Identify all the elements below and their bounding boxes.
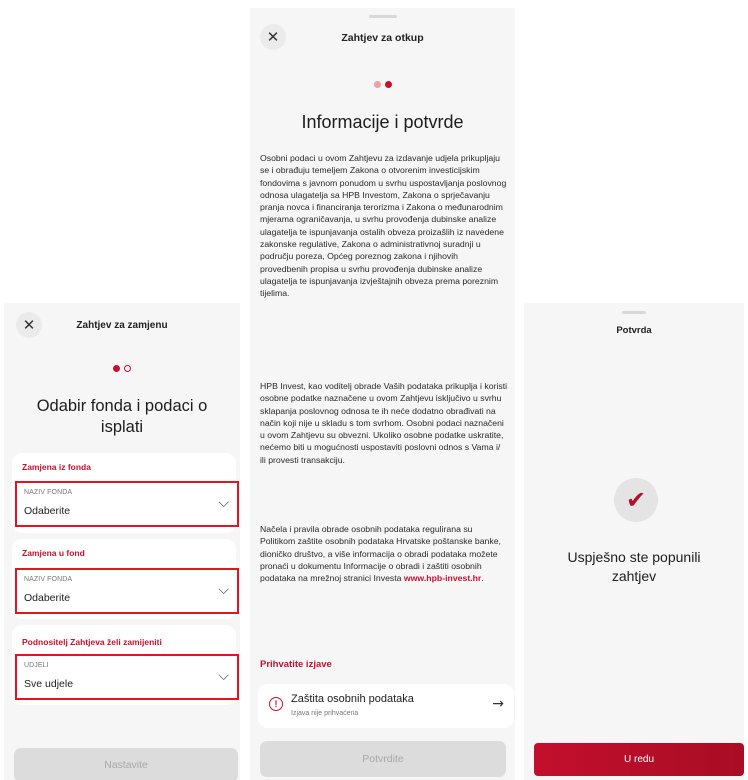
source-fund-select[interactable]: NAZIV FONDA Odaberite ⌵: [15, 481, 239, 527]
chevron-down-icon: ⌵: [218, 495, 229, 511]
privacy-paragraph-2: HPB Invest, kao voditelj obrade Vaših po…: [260, 381, 508, 465]
continue-button[interactable]: Nastavite: [14, 748, 238, 780]
exchange-request-screen: ✕ Zahtjev za zamjenu Odabir fonda i poda…: [4, 303, 240, 780]
field-value: Sve udjele: [24, 678, 74, 690]
confirm-button[interactable]: Potvrdite: [260, 741, 506, 777]
step-dot-inactive: [124, 365, 131, 372]
field-value: Odaberite: [24, 592, 71, 604]
step-dot-active: [384, 81, 392, 88]
declaration-title: Zaštita osobnih podataka: [291, 693, 414, 705]
accept-declarations-title: Prihvatite izjave: [260, 659, 332, 670]
page-title: Informacije i potvrde: [301, 112, 464, 132]
target-fund-select[interactable]: NAZIV FONDA Odaberite ⌵: [15, 568, 239, 614]
drag-handle[interactable]: [622, 311, 646, 314]
screen-title: Zahtjev za zamjenu: [76, 320, 168, 331]
step-indicator: [250, 81, 515, 88]
step-dot-active: [113, 365, 120, 372]
invest-website-link[interactable]: www.hpb-invest.hr: [404, 573, 481, 583]
arrow-right-icon: →: [492, 696, 504, 712]
privacy-paragraph-1: Osobni podaci u ovom Zahtjevu za izdavan…: [260, 153, 507, 299]
screen-title: Potvrda: [616, 325, 652, 336]
warning-icon: !: [269, 697, 283, 711]
checkmark-icon: ✔: [625, 486, 647, 514]
section-label: Zamjena u fond: [22, 548, 85, 558]
declaration-status: Izjava nije prihvaćena: [291, 710, 359, 717]
field-value: Odaberite: [24, 505, 71, 517]
step-dot-done: [373, 81, 381, 88]
success-message: Uspješno ste popunili zahtjev: [567, 549, 701, 584]
field-label: UDJELI: [24, 662, 49, 669]
privacy-paragraph-3: Načela i pravila obrade osobnih podataka…: [260, 524, 501, 584]
shares-select[interactable]: UDJELI Sve udjele ⌵: [15, 654, 239, 700]
screen-title: Zahtjev za otkup: [341, 32, 424, 44]
page-title: Odabir fonda i podaci o isplati: [36, 397, 208, 436]
field-label: NAZIV FONDA: [24, 576, 73, 583]
field-label: NAZIV FONDA: [24, 489, 73, 496]
section-label: Zamjena iz fonda: [22, 462, 91, 472]
ok-button[interactable]: U redu: [534, 743, 744, 776]
success-badge: ✔: [614, 478, 658, 522]
chevron-down-icon: ⌵: [218, 668, 229, 684]
section-label: Podnositelj Zahtjeva želi zamijeniti: [22, 637, 162, 647]
confirmation-screen: Potvrda ✔ Uspješno ste popunili zahtjev …: [524, 303, 744, 780]
step-indicator: [4, 365, 240, 372]
chevron-down-icon: ⌵: [218, 582, 229, 598]
declaration-item-privacy[interactable]: ! Zaštita osobnih podataka Izjava nije p…: [258, 684, 514, 728]
redemption-request-screen: ✕ Zahtjev za otkup Informacije i potvrde…: [250, 8, 515, 780]
drag-handle[interactable]: [368, 15, 397, 18]
